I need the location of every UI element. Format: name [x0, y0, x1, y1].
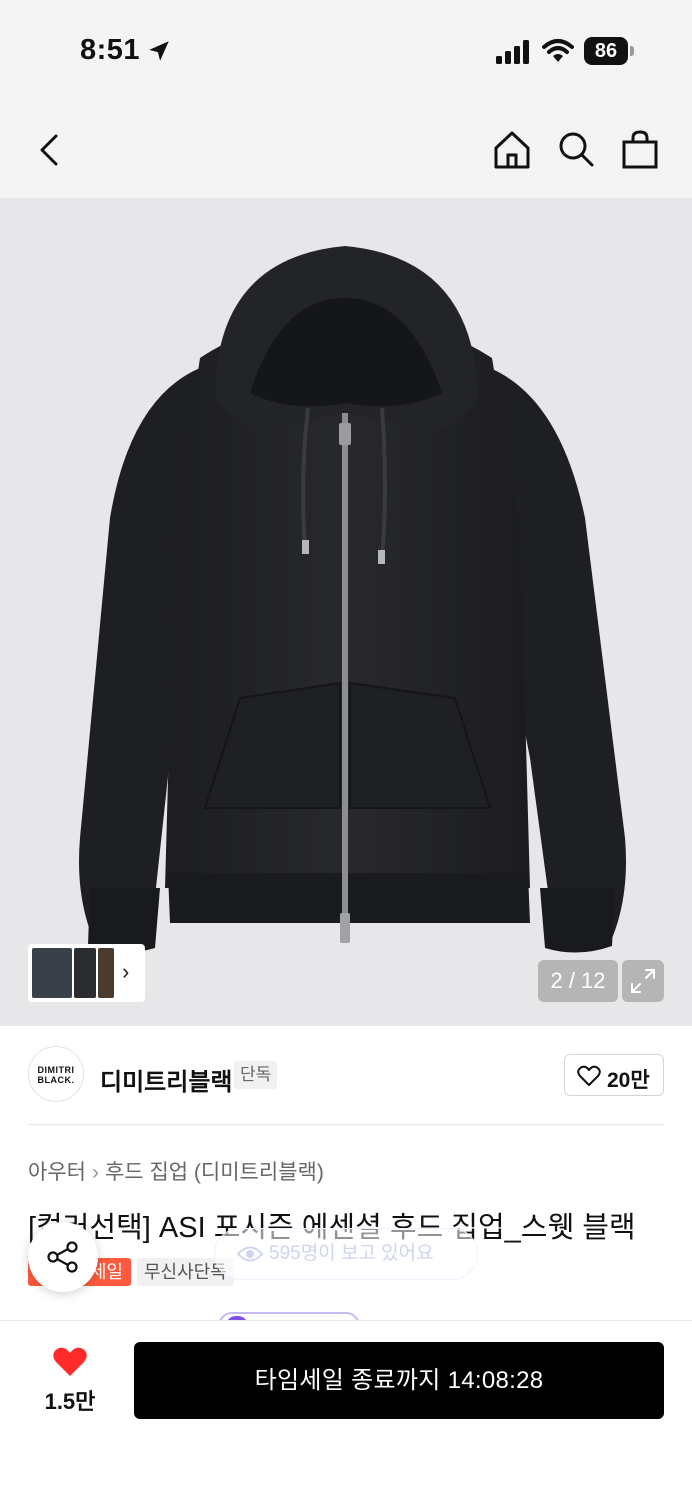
brand-like-count: 20만 — [607, 1069, 650, 1092]
brand-like-button[interactable]: 20만 — [564, 1054, 664, 1096]
eye-icon — [237, 1246, 263, 1262]
brand-logo[interactable]: DIMITRI BLACK. — [28, 1046, 84, 1102]
image-counter: 2 / 12 — [538, 960, 618, 1002]
brand-name[interactable]: 디미트리블랙 — [100, 1062, 232, 1097]
location-arrow-icon — [149, 41, 169, 61]
viewers-text: 595명이 보고 있어요 — [269, 1243, 434, 1264]
battery-cap — [630, 46, 634, 56]
exclusive-tag: 단독 — [234, 1061, 278, 1089]
thumbnail-strip[interactable]: › — [28, 944, 145, 1002]
divider — [28, 1124, 664, 1125]
thumbnail-image[interactable] — [74, 948, 96, 998]
shopping-bag-icon[interactable] — [618, 128, 662, 172]
home-icon[interactable] — [490, 128, 534, 172]
chevron-right-icon[interactable]: › — [122, 959, 129, 985]
breadcrumb-separator-icon: › — [91, 1161, 99, 1184]
thumbnail-image[interactable] — [32, 948, 72, 998]
viewers-toast: 595명이 보고 있어요 — [214, 1228, 478, 1280]
nav-bar — [0, 100, 692, 198]
back-chevron-icon[interactable] — [28, 128, 72, 172]
expand-button[interactable] — [622, 960, 664, 1002]
breadcrumb: 아우터 › 후드 집업 (디미트리블랙) — [28, 1156, 324, 1186]
battery-level: 86 — [584, 37, 628, 65]
breadcrumb-item[interactable]: 후드 집업 (디미트리블랙) — [105, 1161, 324, 1184]
hoodie-image — [79, 246, 626, 953]
share-icon — [47, 1241, 78, 1273]
search-icon[interactable] — [554, 128, 598, 172]
breadcrumb-item[interactable]: 아우터 — [28, 1161, 86, 1184]
wish-count: 1.5만 — [44, 1389, 96, 1414]
share-button[interactable] — [28, 1222, 98, 1292]
cellular-signal-icon — [496, 40, 529, 64]
status-time: 8:51 — [80, 34, 141, 66]
expand-icon — [631, 969, 655, 993]
thumbnail-image[interactable] — [98, 948, 114, 998]
buy-button[interactable]: 타임세일 종료까지 14:08:28 — [134, 1342, 664, 1419]
status-bar: 8:51 86 — [0, 0, 692, 100]
wifi-icon — [542, 39, 574, 62]
product-image[interactable] — [0, 198, 692, 1026]
battery-icon: 86 — [584, 37, 634, 65]
heart-outline-icon — [577, 1065, 601, 1086]
heart-filled-icon[interactable] — [52, 1346, 88, 1378]
